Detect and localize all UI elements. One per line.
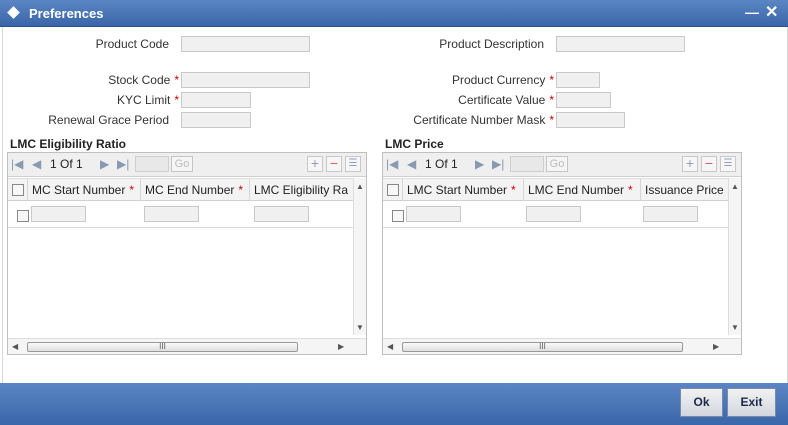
row-checkbox[interactable] <box>392 210 404 222</box>
scroll-right-icon[interactable]: ▶ <box>338 342 344 351</box>
scroll-up-icon[interactable]: ▲ <box>356 182 364 191</box>
page-number-input[interactable] <box>135 156 169 172</box>
price-grid: |◀ ◀ 1 Of 1 ▶ ▶| Go + − ☰ LMC Start Numb… <box>382 152 742 355</box>
close-icon[interactable]: ✕ <box>765 2 778 22</box>
vertical-scrollbar[interactable]: ▲ ▼ <box>728 178 741 335</box>
row-checkbox[interactable] <box>17 210 29 222</box>
column-header[interactable]: MC End Number * <box>141 179 250 201</box>
column-header[interactable]: MC Start Number * <box>28 179 141 201</box>
required-marker: * <box>628 183 633 197</box>
table-row <box>8 202 353 228</box>
lmc-start-number-cell[interactable] <box>406 206 461 222</box>
renewal-grace-period-label: Renewal Grace Period <box>48 113 169 127</box>
column-header[interactable]: LMC End Number * <box>524 179 641 201</box>
column-header[interactable]: LMC Start Number * <box>403 179 524 201</box>
window-icon <box>7 6 20 19</box>
first-page-icon[interactable]: |◀ <box>11 157 23 171</box>
eligibility-toolbar: |◀ ◀ 1 Of 1 ▶ ▶| Go + − ☰ <box>8 153 366 177</box>
mc-end-number-cell[interactable] <box>144 206 199 222</box>
add-row-icon[interactable]: + <box>307 156 323 172</box>
prev-page-icon[interactable]: ◀ <box>32 157 41 171</box>
required-marker: * <box>129 183 135 197</box>
vertical-scrollbar[interactable]: ▲ ▼ <box>353 178 366 335</box>
product-description-label: Product Description <box>439 37 544 51</box>
add-row-icon[interactable]: + <box>682 156 698 172</box>
delete-row-icon[interactable]: − <box>326 156 342 172</box>
lmc-end-number-cell[interactable] <box>526 206 581 222</box>
issuance-price-cell[interactable] <box>643 206 698 222</box>
renewal-grace-period-field[interactable] <box>181 112 251 128</box>
kyc-limit-label: KYC Limit * <box>116 93 179 107</box>
stock-code-field[interactable] <box>181 72 310 88</box>
column-header[interactable]: Issuance Price <box>641 179 728 201</box>
mc-start-number-cell[interactable] <box>31 206 86 222</box>
prev-page-icon[interactable]: ◀ <box>407 157 416 171</box>
single-view-icon[interactable]: ☰ <box>345 156 361 172</box>
scroll-thumb[interactable]: III <box>402 342 683 352</box>
required-marker: * <box>238 183 244 197</box>
eligibility-header: MC Start Number * MC End Number * LMC Elig… <box>8 178 353 201</box>
select-all-cell <box>8 179 28 201</box>
required-marker: * <box>549 93 554 107</box>
required-marker: * <box>549 73 554 87</box>
column-header[interactable]: LMC Eligibility Ra <box>250 179 353 201</box>
page-info: 1 Of 1 <box>50 157 83 171</box>
certificate-value-label: Certificate Value * <box>458 93 554 107</box>
product-currency-field[interactable] <box>556 72 600 88</box>
page-info: 1 Of 1 <box>425 157 458 171</box>
scroll-thumb[interactable]: III <box>27 342 298 352</box>
last-page-icon[interactable]: ▶| <box>492 157 504 171</box>
select-all-checkbox[interactable] <box>387 184 399 196</box>
required-marker: * <box>511 183 516 197</box>
stock-code-label: Stock Code * <box>108 73 179 87</box>
horizontal-scrollbar[interactable]: ◀ III ▶ <box>8 338 366 354</box>
certificate-number-mask-label: Certificate Number Mask * <box>413 113 554 127</box>
certificate-value-field[interactable] <box>556 92 611 108</box>
scroll-down-icon[interactable]: ▼ <box>356 323 364 332</box>
go-button[interactable]: Go <box>171 156 193 172</box>
first-page-icon[interactable]: |◀ <box>386 157 398 171</box>
product-description-field[interactable] <box>556 36 685 52</box>
required-marker: * <box>549 113 554 127</box>
select-all-cell <box>383 179 403 201</box>
ok-button[interactable]: Ok <box>680 388 723 417</box>
price-header: LMC Start Number * LMC End Number * Issuan… <box>383 178 728 201</box>
kyc-limit-field[interactable] <box>181 92 251 108</box>
scroll-down-icon[interactable]: ▼ <box>731 323 739 332</box>
horizontal-scrollbar[interactable]: ◀ III ▶ <box>383 338 741 354</box>
single-view-icon[interactable]: ☰ <box>720 156 736 172</box>
select-all-checkbox[interactable] <box>12 184 24 196</box>
product-code-field[interactable] <box>181 36 310 52</box>
minimize-icon[interactable]: — <box>745 4 759 20</box>
required-marker: * <box>174 73 179 87</box>
exit-button[interactable]: Exit <box>727 388 776 417</box>
scroll-left-icon[interactable]: ◀ <box>387 342 393 351</box>
title-bar: Preferences — ✕ <box>0 0 788 27</box>
next-page-icon[interactable]: ▶ <box>100 157 109 171</box>
next-page-icon[interactable]: ▶ <box>475 157 484 171</box>
eligibility-grid: |◀ ◀ 1 Of 1 ▶ ▶| Go + − ☰ MC Start Numbe… <box>7 152 367 355</box>
product-currency-label: Product Currency * <box>451 73 554 87</box>
scroll-left-icon[interactable]: ◀ <box>12 342 18 351</box>
required-marker: * <box>174 93 179 107</box>
page-number-input[interactable] <box>510 156 544 172</box>
lmc-eligibility-ratio-cell[interactable] <box>254 206 309 222</box>
eligibility-section-title: LMC Eligibility Ratio <box>10 137 126 151</box>
product-code-label: Product Code <box>95 37 169 51</box>
footer-bar: Ok Exit <box>0 383 788 425</box>
window-title: Preferences <box>29 6 104 21</box>
delete-row-icon[interactable]: − <box>701 156 717 172</box>
table-row <box>383 202 728 228</box>
scroll-right-icon[interactable]: ▶ <box>713 342 719 351</box>
price-section-title: LMC Price <box>385 137 444 151</box>
price-toolbar: |◀ ◀ 1 Of 1 ▶ ▶| Go + − ☰ <box>383 153 741 177</box>
go-button[interactable]: Go <box>546 156 568 172</box>
certificate-number-mask-field[interactable] <box>556 112 625 128</box>
last-page-icon[interactable]: ▶| <box>117 157 129 171</box>
scroll-up-icon[interactable]: ▲ <box>731 182 739 191</box>
